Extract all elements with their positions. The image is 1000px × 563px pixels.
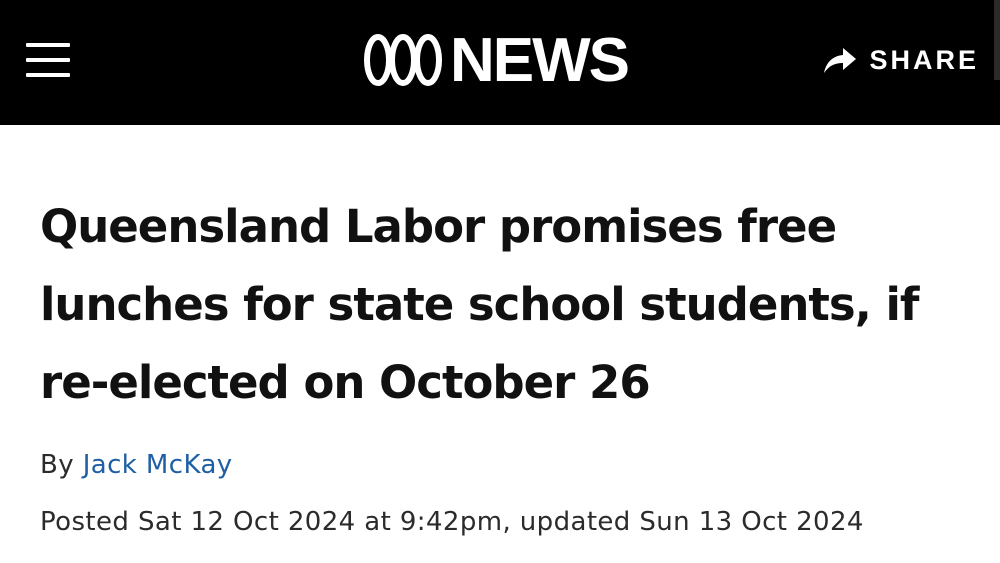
share-arrow-icon — [824, 48, 857, 73]
publish-dateline: Posted Sat 12 Oct 2024 at 9:42pm, update… — [40, 507, 864, 537]
top-navigation-bar: NEWS SHARE — [0, 0, 1000, 125]
share-button[interactable]: SHARE — [823, 40, 979, 80]
menu-line — [26, 73, 70, 77]
brand-wordmark: NEWS — [450, 26, 630, 95]
byline-prefix: By — [40, 450, 75, 480]
abc-logo-icon — [364, 34, 442, 86]
hamburger-menu-icon[interactable] — [26, 40, 72, 80]
byline: By Jack McKay — [40, 450, 233, 480]
menu-line — [26, 58, 70, 62]
author-link[interactable]: Jack McKay — [83, 450, 233, 480]
menu-line — [26, 43, 70, 47]
article-headline: Queensland Labor promises free lunches f… — [40, 200, 919, 409]
scrollbar-edge — [994, 0, 1000, 80]
abc-news-logo[interactable]: NEWS — [362, 26, 630, 95]
share-label: SHARE — [869, 44, 979, 75]
